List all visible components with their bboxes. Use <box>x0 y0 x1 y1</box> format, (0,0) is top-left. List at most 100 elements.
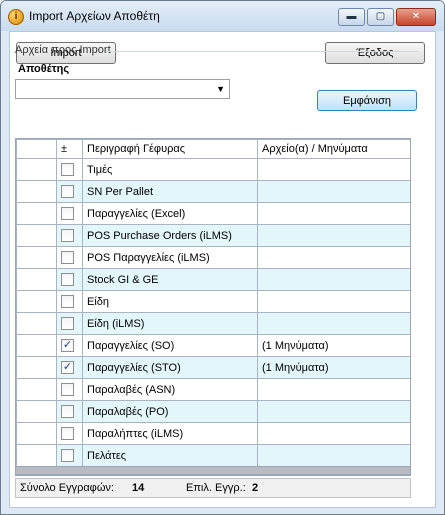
row-checkbox[interactable] <box>61 405 74 418</box>
depositor-select[interactable]: ▼ <box>15 79 230 99</box>
table-row[interactable]: POS Purchase Orders (iLMS) <box>16 224 410 247</box>
row-checkbox[interactable] <box>61 383 74 396</box>
row-files <box>257 268 410 291</box>
row-description: Παραγγελίες (STO) <box>82 356 258 379</box>
row-header-corner <box>16 139 57 159</box>
table-row[interactable]: Είδη <box>16 290 410 313</box>
row-checkbox[interactable] <box>61 207 74 220</box>
table-row[interactable]: POS Παραγγελίες (iLMS) <box>16 246 410 269</box>
column-header-files[interactable]: Αρχείο(α) / Μηνύματα <box>257 139 410 159</box>
row-files <box>257 378 410 401</box>
row-description: Stock GI & GE <box>82 268 258 291</box>
minimize-button[interactable]: ▬ <box>338 8 365 26</box>
row-description: Τιμές <box>82 158 258 181</box>
row-files <box>257 422 410 445</box>
row-files: (1 Μηνύματα) <box>257 356 410 379</box>
row-files <box>257 400 410 423</box>
depositor-label: Αποθέτης <box>18 63 70 75</box>
row-description: Παραλαβές (ASN) <box>82 378 258 401</box>
row-select-cell <box>56 400 83 423</box>
bridges-grid: ± Περιγραφή Γέφυρας Αρχείο(α) / Μηνύματα… <box>15 138 411 476</box>
row-files <box>257 180 410 203</box>
window-title: Import Αρχείων Αποθέτη <box>29 9 160 23</box>
row-description: Παραγγελίες (Excel) <box>82 202 258 225</box>
row-files <box>257 202 410 225</box>
bridges-table: ± Περιγραφή Γέφυρας Αρχείο(α) / Μηνύματα… <box>16 139 410 467</box>
row-checkbox[interactable]: ✓ <box>61 361 74 374</box>
row-header[interactable] <box>16 268 57 291</box>
minimize-icon: ▬ <box>346 11 357 22</box>
row-description: POS Purchase Orders (iLMS) <box>82 224 258 247</box>
row-header[interactable] <box>16 356 57 379</box>
row-header[interactable] <box>16 158 57 181</box>
row-select-cell <box>56 202 83 225</box>
maximize-button[interactable]: ▢ <box>367 8 394 26</box>
row-checkbox[interactable] <box>61 427 74 440</box>
title-bar[interactable]: i Import Αρχείων Αποθέτη ▬ ▢ ✕ <box>1 1 444 31</box>
row-checkbox[interactable] <box>61 317 74 330</box>
row-header[interactable] <box>16 334 57 357</box>
row-files <box>257 312 410 335</box>
row-files: (1 Μηνύματα) <box>257 334 410 357</box>
row-select-cell <box>56 378 83 401</box>
row-select-cell <box>56 422 83 445</box>
row-header[interactable] <box>16 290 57 313</box>
row-header[interactable] <box>16 202 57 225</box>
row-description: Παραλαβές (PO) <box>82 400 258 423</box>
row-files <box>257 444 410 467</box>
grid-body: Τιμές SN Per Pallet Παραγγελίες (Excel) POS… <box>16 158 410 467</box>
row-header[interactable] <box>16 378 57 401</box>
row-header[interactable] <box>16 180 57 203</box>
row-select-cell <box>56 268 83 291</box>
row-header[interactable] <box>16 444 57 467</box>
row-select-cell <box>56 246 83 269</box>
row-checkbox[interactable] <box>61 273 74 286</box>
row-files <box>257 224 410 247</box>
row-files <box>257 246 410 269</box>
close-button[interactable]: ✕ <box>396 8 436 26</box>
table-row[interactable]: Παραγγελίες (Excel) <box>16 202 410 225</box>
exit-button[interactable]: Έξοδος <box>325 42 425 64</box>
row-files <box>257 290 410 313</box>
row-select-cell <box>56 180 83 203</box>
row-select-cell <box>56 158 83 181</box>
column-header-select[interactable]: ± <box>56 139 83 159</box>
row-header[interactable] <box>16 224 57 247</box>
row-description: Παραλήπτες (iLMS) <box>82 422 258 445</box>
table-row[interactable]: SN Per Pallet <box>16 180 410 203</box>
row-checkbox[interactable]: ✓ <box>61 339 74 352</box>
row-checkbox[interactable] <box>61 163 74 176</box>
row-header[interactable] <box>16 400 57 423</box>
selected-records-value: 2 <box>252 482 259 494</box>
table-row[interactable]: Παραλήπτες (iLMS) <box>16 422 410 445</box>
row-header[interactable] <box>16 312 57 335</box>
row-select-cell <box>56 444 83 467</box>
row-header[interactable] <box>16 422 57 445</box>
table-row[interactable]: Πελάτες <box>16 444 410 467</box>
row-description: Είδη (iLMS) <box>82 312 258 335</box>
show-button[interactable]: Εμφάνιση <box>317 90 417 111</box>
total-records-label: Σύνολο Εγγραφών: <box>20 482 114 494</box>
row-checkbox[interactable] <box>61 229 74 242</box>
row-description: Παραγγελίες (SO) <box>82 334 258 357</box>
table-row[interactable]: Είδη (iLMS) <box>16 312 410 335</box>
row-description: Πελάτες <box>82 444 258 467</box>
column-header-description[interactable]: Περιγραφή Γέφυρας <box>82 139 258 159</box>
row-checkbox[interactable] <box>61 295 74 308</box>
row-checkbox[interactable] <box>61 449 74 462</box>
import-window: i Import Αρχείων Αποθέτη ▬ ▢ ✕ Import Έξ… <box>0 0 445 515</box>
row-header[interactable] <box>16 246 57 269</box>
group-divider <box>106 51 418 52</box>
chevron-down-icon[interactable]: ▼ <box>216 84 225 94</box>
table-row[interactable]: Παραλαβές (ASN) <box>16 378 410 401</box>
grid-footer <box>15 466 411 475</box>
selected-records-label: Επιλ. Εγγρ.: <box>186 482 246 494</box>
table-row[interactable]: Stock GI & GE <box>16 268 410 291</box>
table-row[interactable]: Παραλαβές (PO) <box>16 400 410 423</box>
table-row[interactable]: ✓ Παραγγελίες (STO) (1 Μηνύματα) <box>16 356 410 379</box>
table-row[interactable]: Τιμές <box>16 158 410 181</box>
row-checkbox[interactable] <box>61 185 74 198</box>
table-row[interactable]: ✓ Παραγγελίες (SO) (1 Μηνύματα) <box>16 334 410 357</box>
close-icon: ✕ <box>411 11 421 22</box>
row-checkbox[interactable] <box>61 251 74 264</box>
